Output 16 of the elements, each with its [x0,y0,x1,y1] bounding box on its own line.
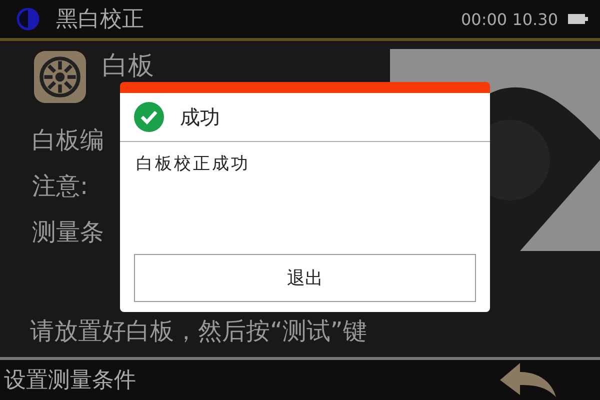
half-circle-icon [16,7,40,31]
clock-text: 00:00 10.30 [461,10,558,28]
check-icon [134,102,164,132]
dialog-message: 白板校正成功 [135,153,251,175]
instruction-text: 请放置好白板，然后按“测试”键 [30,316,367,347]
info-label: 白板编 [32,125,104,156]
battery-icon [568,14,588,24]
exit-button[interactable]: 退出 [134,254,476,302]
window-title: 黑白校正 [56,6,144,34]
info-label: 测量条 [32,217,104,248]
settings-label[interactable]: 设置测量条件 [4,365,136,395]
heading: 白板 [102,51,154,81]
info-label: 注意: [32,171,88,202]
dialog-title: 成功 [180,104,220,130]
back-icon[interactable] [500,363,556,397]
wheel-icon [32,51,88,103]
